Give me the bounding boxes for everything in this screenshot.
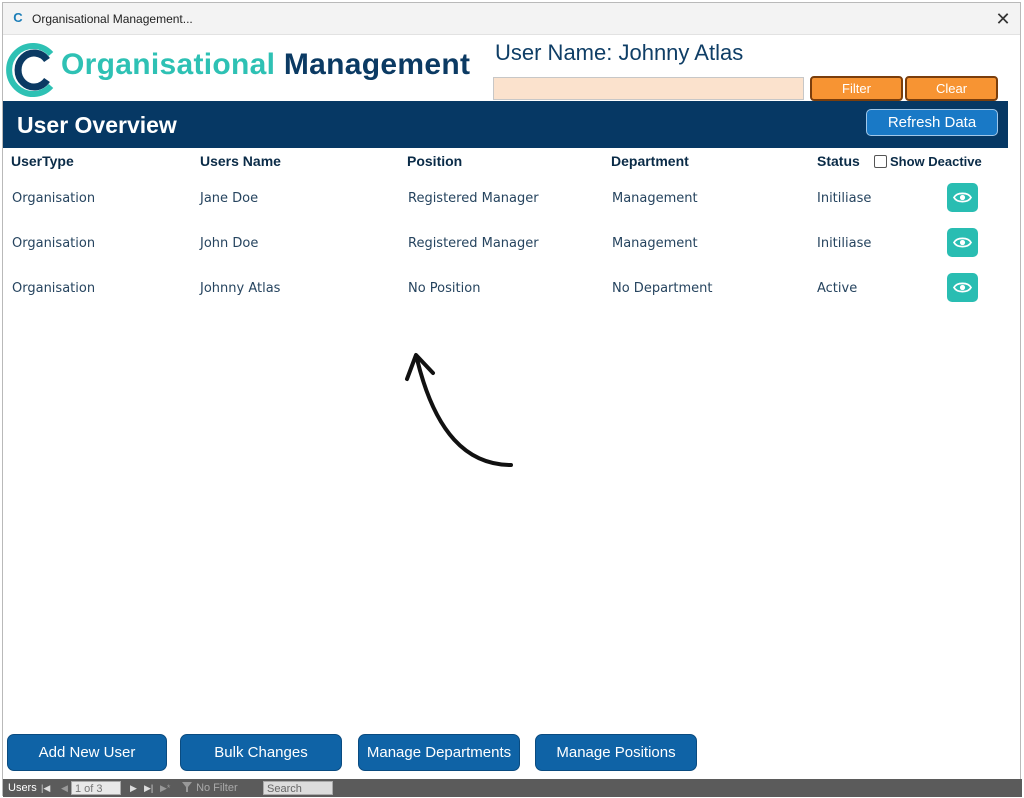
filter-funnel-icon [182, 782, 192, 792]
annotation-arrow-icon [405, 353, 513, 467]
record-nav-label: Users [8, 782, 37, 794]
cell-position: No Position [408, 281, 481, 296]
app-window: C Organisational Management... ✕ Organis… [2, 2, 1022, 797]
header: Organisational Management User Name: Joh… [3, 35, 1020, 103]
cell-department: No Department [612, 281, 713, 296]
show-deactive-toggle[interactable]: Show Deactive [874, 154, 982, 169]
cell-status: Initiliase [817, 191, 872, 206]
filter-input[interactable] [493, 77, 804, 100]
add-new-user-button[interactable]: Add New User [7, 734, 167, 771]
eye-icon [953, 282, 972, 293]
cell-user-type: Organisation [12, 236, 96, 251]
table-row: Organisation Jane Doe Registered Manager… [3, 180, 1008, 225]
record-position-field[interactable]: 1 of 3 [71, 781, 121, 795]
filter-button[interactable]: Filter [810, 76, 903, 101]
clear-button[interactable]: Clear [905, 76, 998, 101]
cell-user-type: Organisation [12, 281, 96, 296]
column-header-position: Position [407, 153, 463, 169]
close-icon[interactable]: ✕ [992, 8, 1014, 30]
logo-word-organisational: Organisational [61, 48, 276, 81]
window-title: Organisational Management... [32, 12, 193, 26]
manage-positions-button[interactable]: Manage Positions [535, 734, 697, 771]
cell-department: Management [612, 191, 698, 206]
cell-status: Active [817, 281, 858, 296]
record-navigation-bar: Users |◀ ◀ 1 of 3 ▶ ▶| ▶* No Filter Sear… [3, 779, 1022, 797]
previous-record-icon[interactable]: ◀ [61, 781, 68, 795]
view-user-button[interactable] [947, 183, 978, 212]
title-bar: C Organisational Management... ✕ [3, 3, 1020, 35]
bulk-changes-button[interactable]: Bulk Changes [180, 734, 342, 771]
app-logo-text: Organisational Management [61, 48, 470, 82]
record-search-field[interactable]: Search [263, 781, 333, 795]
cell-position: Registered Manager [408, 236, 539, 251]
no-filter-label: No Filter [196, 782, 238, 794]
page-title: User Overview [17, 112, 177, 138]
cell-department: Management [612, 236, 698, 251]
next-record-icon[interactable]: ▶ [130, 781, 137, 795]
cell-position: Registered Manager [408, 191, 539, 206]
no-filter-indicator[interactable]: No Filter [181, 779, 238, 797]
cell-users-name: Johnny Atlas [200, 281, 281, 296]
column-header-department: Department [611, 153, 689, 169]
cell-user-type: Organisation [12, 191, 96, 206]
user-overview-banner: User Overview Refresh Data [3, 101, 1008, 148]
manage-departments-button[interactable]: Manage Departments [358, 734, 520, 771]
app-icon: C [13, 10, 23, 25]
eye-icon [953, 192, 972, 203]
column-header-usertype: UserType [11, 153, 74, 169]
first-record-icon[interactable]: |◀ [41, 781, 50, 795]
column-header-users-name: Users Name [200, 153, 281, 169]
show-deactive-label: Show Deactive [890, 154, 982, 169]
table-row: Organisation John Doe Registered Manager… [3, 225, 1008, 270]
cell-users-name: Jane Doe [200, 191, 259, 206]
user-name-label: User Name: Johnny Atlas [495, 40, 744, 65]
last-record-icon[interactable]: ▶| [144, 781, 153, 795]
show-deactive-checkbox[interactable] [874, 155, 887, 168]
cell-users-name: John Doe [200, 236, 259, 251]
view-user-button[interactable] [947, 228, 978, 257]
column-header-status: Status [817, 153, 860, 169]
refresh-data-button[interactable]: Refresh Data [866, 109, 998, 136]
table-row: Organisation Johnny Atlas No Position No… [3, 270, 1008, 315]
logo-word-management: Management [283, 48, 471, 81]
c-logo-icon [6, 43, 54, 97]
cell-status: Initiliase [817, 236, 872, 251]
view-user-button[interactable] [947, 273, 978, 302]
new-record-icon[interactable]: ▶* [160, 781, 170, 795]
eye-icon [953, 237, 972, 248]
